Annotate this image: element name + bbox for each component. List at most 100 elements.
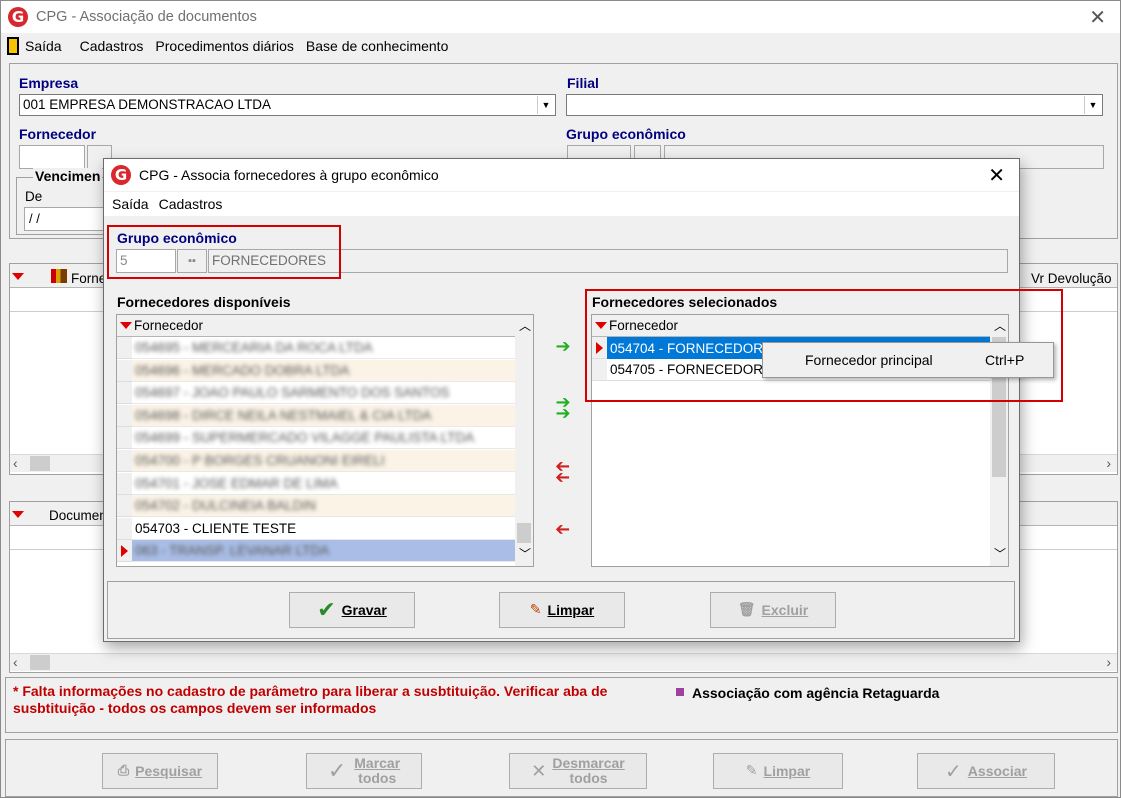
dialog-close-icon[interactable]: ✕ [988,163,1005,187]
empresa-label: Empresa [19,75,79,91]
row-marker [117,337,132,359]
disponiveis-row-text: 054702 - DULCINEIA BALDIN [135,498,316,514]
people-icon [51,269,67,283]
move-left-icon[interactable]: ➔ [550,519,576,540]
move-all-right-icon[interactable]: ➔ ➔ [550,394,576,423]
limpar-button[interactable]: ✎ Limpar [713,753,843,789]
disponiveis-row-text: 063 - TRANSP. LEVANAR LTDA [135,543,330,559]
disponiveis-col-fornecedor: Fornecedor [134,318,204,333]
empresa-value: 001 EMPRESA DEMONSTRACAO LTDA [23,97,272,112]
row-marker [117,517,132,540]
scroll-thumb[interactable] [30,456,50,471]
scroll-thumb[interactable] [517,523,531,543]
excluir-label: Excluir [761,602,809,618]
desmarcar-todos-button[interactable]: ✕ Desmarcar todos [509,753,647,789]
pesquisar-button[interactable]: ⎙ Pesquisar [102,753,218,789]
disponiveis-row-text: 054701 - JOSE EDMAR DE LIMA [135,475,338,491]
trash-icon: 🗑 [737,602,756,618]
disponiveis-row[interactable]: 054703 - CLIENTE TESTE [132,518,515,540]
context-menu: Fornecedor principal Ctrl+P [762,342,1054,378]
scroll-down-icon[interactable]: ﹀ [994,545,1006,562]
scroll-up-icon[interactable]: ︿ [519,317,531,334]
row-marker [117,450,132,472]
chevron-down-icon[interactable]: ▼ [1084,96,1101,114]
sort-triangle-icon [12,511,24,518]
filial-select[interactable]: ▼ [566,94,1103,116]
scroll-right-icon[interactable]: › [1106,654,1111,670]
menu-cadastros[interactable]: Cadastros [80,38,144,54]
empresa-select[interactable]: 001 EMPRESA DEMONSTRACAO LTDA ▼ [19,94,556,116]
highlight-grupo [107,225,341,279]
uncheck-icon: ✕ [531,760,547,782]
grid1-col-fornecedor: Forne [71,271,107,286]
disponiveis-list[interactable]: Fornecedor 054695 - MERCEARIA DA ROCA LT… [116,314,534,567]
menu-base-conhecimento[interactable]: Base de conhecimento [306,38,448,54]
associar-button[interactable]: ✓ Associar [917,753,1055,789]
row-pointer-icon [117,540,132,563]
fornecedor-code-input[interactable] [19,145,85,169]
row-marker [117,495,132,518]
eraser-icon: ✎ [529,602,542,618]
gravar-label: Gravar [341,602,387,618]
main-close-icon[interactable]: ✕ [1089,5,1106,29]
associar-label: Associar [967,763,1027,779]
fornecedor-label: Fornecedor [19,126,97,142]
chevron-down-icon[interactable]: ▼ [537,96,554,114]
disponiveis-row[interactable]: 054699 - SUPERMERCADO VILAGGE PAULISTA L… [132,427,515,450]
context-item-fornecedor-principal[interactable]: Fornecedor principal Ctrl+P [763,343,1053,377]
disponiveis-row[interactable]: 054698 - DIRCE NEILA NESTMAIEL & CIA LTD… [132,404,515,427]
check-icon: ✓ [327,758,347,784]
grid2-col-documento: Documen [49,508,107,523]
disponiveis-row[interactable]: 054701 - JOSE EDMAR DE LIMA [132,472,515,495]
sort-triangle-icon [12,273,24,280]
scroll-thumb[interactable] [30,655,50,670]
dialog-menubar: Saída Cadastros [104,192,1019,216]
row-marker [117,427,132,450]
de-date-input[interactable]: / / [24,207,108,231]
check-icon: ✓ [945,759,962,783]
disponiveis-row-text: 054700 - P BORGES CRUANONI EIRELI [135,453,385,468]
disponiveis-row[interactable]: 054700 - P BORGES CRUANONI EIRELI [132,450,515,472]
disponiveis-row[interactable]: 054695 - MERCEARIA DA ROCA LTDA [132,337,515,359]
disponiveis-row-text: 054695 - MERCEARIA DA ROCA LTDA [135,340,373,355]
disponiveis-row[interactable]: 063 - TRANSP. LEVANAR LTDA [132,540,515,563]
dialog-menu-saida[interactable]: Saída [112,196,149,212]
move-all-left-icon[interactable]: ➔ ➔ [550,456,576,488]
scroll-left-icon[interactable]: ‹ [13,455,18,471]
pesquisar-label: Pesquisar [135,763,203,779]
filial-label: Filial [567,75,599,91]
row-marker [117,472,132,495]
desmarcar-label-2: todos [569,770,608,786]
excluir-button[interactable]: 🗑 Excluir [710,592,836,628]
dialog-limpar-button[interactable]: ✎ Limpar [499,592,625,628]
disponiveis-row-text: 054699 - SUPERMERCADO VILAGGE PAULISTA L… [135,430,475,446]
move-right-icon[interactable]: ➔ [550,336,576,357]
menu-procedimentos[interactable]: Procedimentos diários [155,38,294,54]
marcar-todos-button[interactable]: ✓ Marcar todos [306,753,422,789]
grid2-hscroll[interactable]: ‹ › [10,653,1117,671]
de-date-value: / / [29,211,40,226]
row-marker [117,404,132,427]
main-titlebar: G CPG - Associação de documentos ✕ [1,1,1120,33]
disponiveis-row-text: 054696 - MERCADO DOBRA LTDA [135,362,350,378]
scroll-left-icon[interactable]: ‹ [13,654,18,670]
exit-door-icon [7,37,19,55]
dialog-menu-cadastros[interactable]: Cadastros [159,196,223,212]
app-logo-icon: G [8,7,28,27]
disponiveis-row[interactable]: 054696 - MERCADO DOBRA LTDA [132,359,515,382]
disponiveis-row[interactable]: 054702 - DULCINEIA BALDIN [132,495,515,518]
menu-saida[interactable]: Saída [25,38,62,54]
gravar-button[interactable]: ✔ Gravar [289,592,415,628]
row-marker [117,382,132,405]
scroll-right-icon[interactable]: › [1106,455,1111,471]
legend-text: Associação com agência Retaguarda [692,685,940,701]
search-doc-icon: ⎙ [117,763,130,779]
disponiveis-vscroll[interactable]: ︿ ﹀ [515,315,533,566]
warning-message: * Falta informações no cadastro de parâm… [13,683,608,716]
scroll-down-icon[interactable]: ﹀ [519,545,531,562]
associate-dialog: G CPG - Associa fornecedores à grupo eco… [103,158,1063,642]
row-marker [117,359,132,382]
dialog-limpar-label: Limpar [547,602,595,618]
disponiveis-row[interactable]: 054697 - JOAO PAULO SARMENTO DOS SANTOS [132,382,515,405]
context-item-shortcut: Ctrl+P [985,352,1025,368]
